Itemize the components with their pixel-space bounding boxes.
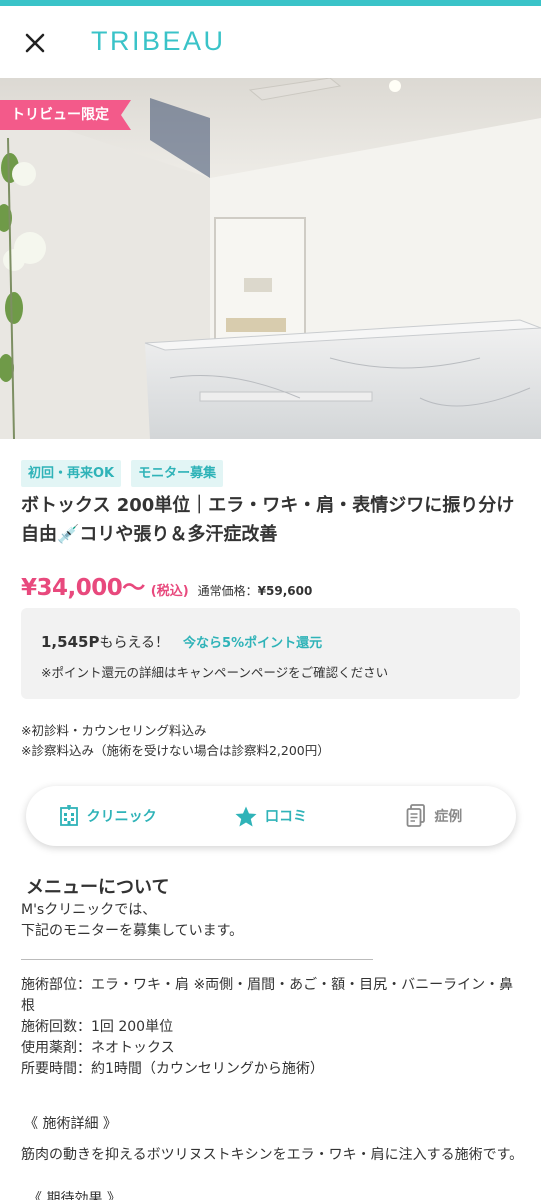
points-suffix: もらえる！ <box>99 635 170 651</box>
app-header: TRIBEAU <box>0 6 541 78</box>
tag-monitor: モニター募集 <box>131 460 224 487</box>
clinic-building-icon <box>59 805 78 826</box>
note-line: ※診察料込み（施術を受けない場合は診察料2,200円） <box>21 743 330 758</box>
clinic-interior-photo <box>0 78 541 439</box>
hero-image: トリビュー限定 <box>0 78 541 439</box>
points-value: 1,545P <box>41 633 100 651</box>
tag-first-visit: 初回・再来OK <box>21 460 122 487</box>
section-tab-bar: クリニック 口コミ 症例 <box>26 786 516 846</box>
points-note: ※ポイント還元の詳細はキャンペーンページをご確認ください <box>41 665 389 680</box>
detail-line: 施術部位：エラ・ワキ・肩 ※両側・眉間・あご・額・目尻・バニーライン・鼻根 <box>21 977 514 1014</box>
detail-line: 施術回数：1回 200単位 <box>21 1019 174 1035</box>
menu-intro: M'sクリニックでは、 下記のモニターを募集しています。 <box>21 900 243 942</box>
tab-reviews[interactable]: 口コミ <box>189 786 352 846</box>
star-icon <box>235 806 257 826</box>
intro-line: M'sクリニックでは、 <box>21 902 157 918</box>
tab-clinic[interactable]: クリニック <box>26 786 189 846</box>
menu-details: 施術部位：エラ・ワキ・肩 ※両側・眉間・あご・額・目尻・バニーライン・鼻根 施術… <box>21 975 526 1080</box>
next-section-heading: 《 期待効果 》 <box>28 1191 121 1200</box>
fee-notes: ※初診料・カウンセリング料込み ※診察料込み（施術を受けない場合は診察料2,20… <box>21 721 330 761</box>
section-divider <box>21 959 373 960</box>
close-button[interactable] <box>22 30 48 56</box>
close-icon <box>25 33 45 53</box>
treatment-description: 筋肉の動きを抑えるボツリヌストキシンをエラ・ワキ・肩に注入する施術です。 <box>21 1147 524 1163</box>
intro-line: 下記のモニターを募集しています。 <box>21 923 244 939</box>
menu-title: ボトックス 200単位｜エラ・ワキ・肩・表情ジワに振り分け自由💉コリや張り＆多汗… <box>21 495 515 545</box>
normal-price-value: ¥59,600 <box>257 584 313 598</box>
exclusive-badge: トリビュー限定 <box>0 100 131 130</box>
brand-logo: TRIBEAU <box>91 26 226 56</box>
tag-list: 初回・再来OK モニター募集 <box>21 460 224 487</box>
detail-line: 所要時間：約1時間（カウンセリングから施術） <box>21 1061 324 1077</box>
price-row: ¥34,000〜 (税込) 通常価格： ¥59,600 <box>21 568 312 602</box>
points-info-box: 1,545Pもらえる！ 今なら5%ポイント還元 ※ポイント還元の詳細はキャンペーン… <box>21 608 520 699</box>
points-campaign-link[interactable]: 今なら5%ポイント還元 <box>183 636 322 651</box>
tab-clinic-label: クリニック <box>86 809 157 825</box>
tab-cases-label: 症例 <box>434 809 463 825</box>
normal-price-label: 通常価格： <box>197 584 258 598</box>
detail-line: 使用薬剤：ネオトックス <box>21 1040 175 1056</box>
note-line: ※初診料・カウンセリング料込み <box>21 723 207 738</box>
points-line: 1,545Pもらえる！ 今なら5%ポイント還元 <box>41 632 322 652</box>
price-tax-label: (税込) <box>150 584 189 599</box>
tab-reviews-label: 口コミ <box>264 809 307 825</box>
price-amount: ¥34,000〜 <box>21 575 145 601</box>
menu-section-heading: メニューについて <box>26 877 170 898</box>
tab-cases[interactable]: 症例 <box>353 786 516 846</box>
case-document-icon <box>406 804 426 827</box>
treatment-detail-heading: 《 施術詳細 》 <box>24 1116 117 1132</box>
